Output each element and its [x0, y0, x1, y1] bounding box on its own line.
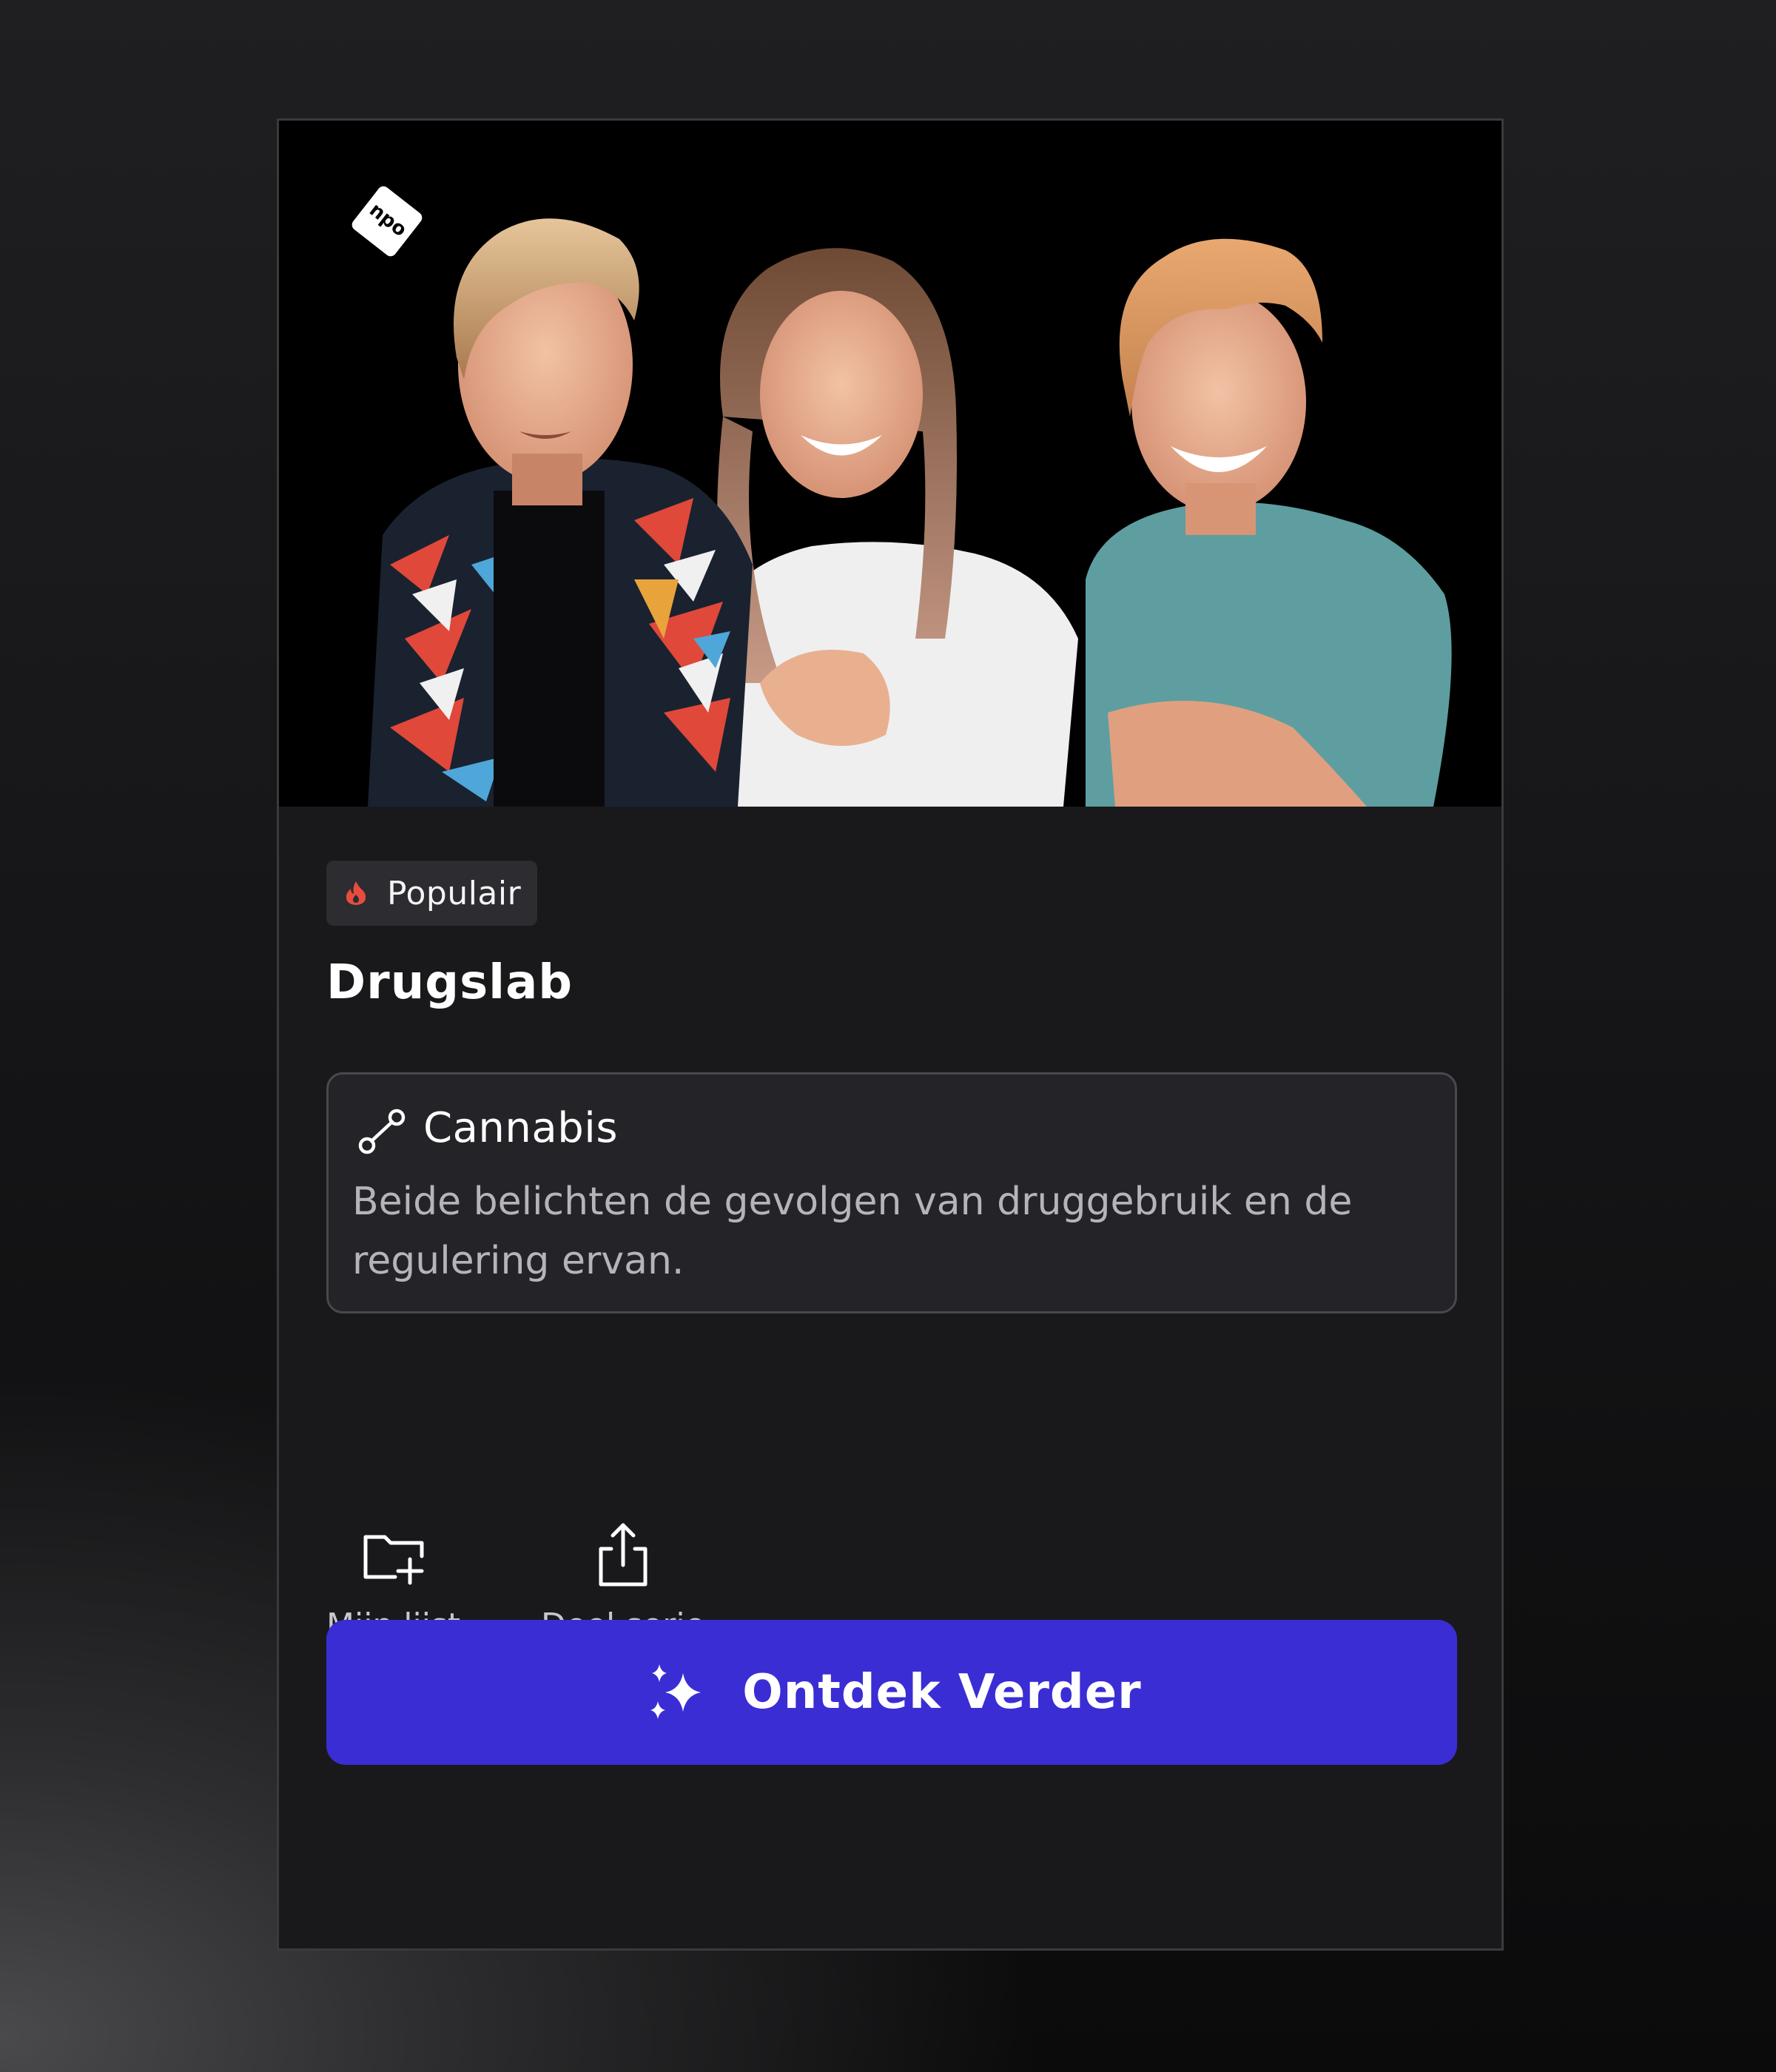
discover-more-button[interactable]: Ontdek Verder: [326, 1620, 1457, 1765]
episode-info-box: Cannabis Beide belichten de gevolgen van…: [326, 1072, 1457, 1314]
sparkles-icon: [650, 1664, 702, 1719]
program-card: npo Populair Drugslab Cannabis Beide bel…: [277, 118, 1504, 1951]
share-icon: [599, 1523, 648, 1587]
route-icon: [358, 1109, 406, 1154]
episode-title: Cannabis: [423, 1104, 618, 1152]
hero-photo: [279, 121, 1501, 807]
status-badge: Populair: [326, 861, 538, 926]
episode-description: Beide belichten de gevolgen van druggebr…: [352, 1180, 1353, 1283]
discover-more-label: Ontdek Verder: [742, 1665, 1142, 1720]
folder-add-icon: [363, 1535, 424, 1585]
npo-logo: npo: [352, 186, 423, 257]
flame-icon: [346, 881, 366, 905]
badge-label: Populair: [387, 874, 522, 912]
hero-image[interactable]: npo: [279, 121, 1501, 807]
page-title: Drugslab: [326, 955, 574, 1010]
